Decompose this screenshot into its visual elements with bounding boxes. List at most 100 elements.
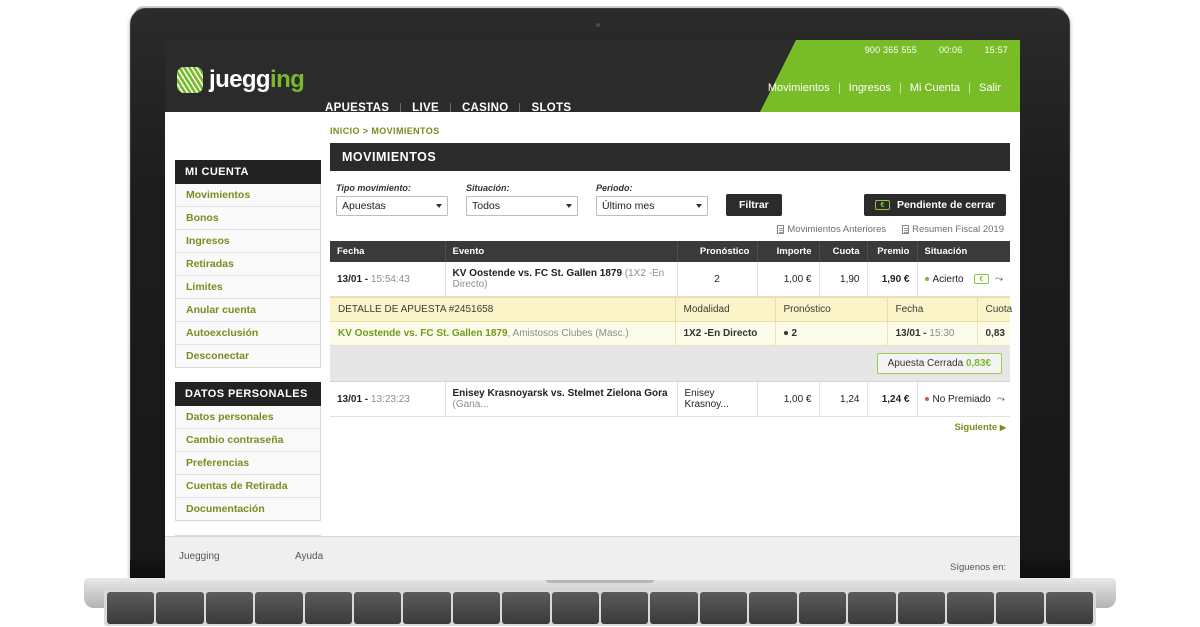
filter-bar: Tipo movimiento: Apuestas Situación: Tod… — [330, 171, 1010, 216]
page-body: MI CUENTA Movimientos Bonos Ingresos Ret… — [165, 112, 1020, 580]
pagination-next[interactable]: Siguiente ▶ — [330, 417, 1010, 433]
cell-detail-cuota: 0,83 — [977, 321, 1010, 346]
fecha-time: 15:54:43 — [370, 273, 410, 285]
resumen-fiscal-link[interactable]: Resumen Fiscal 2019 — [902, 224, 1004, 235]
logo-text-green: ing — [270, 66, 305, 93]
apuesta-cerrada-badge[interactable]: Apuesta Cerrada 0,83€ — [876, 353, 1002, 374]
detail-fecha-time: 15:30 — [929, 328, 955, 339]
th-importe: Importe — [757, 241, 820, 262]
site-logo[interactable]: juegging — [177, 66, 305, 94]
account-nav: Movimientos Ingresos Mi Cuenta Salir — [759, 82, 1010, 94]
sidebar-heading-datos-personales: DATOS PERSONALES — [175, 382, 321, 406]
account-nav-mi-cuenta[interactable]: Mi Cuenta — [901, 82, 969, 94]
cell-cuota: 1,90 — [819, 262, 868, 297]
cell-fecha: 13/01 - 15:54:43 — [330, 262, 446, 297]
document-icon — [902, 225, 910, 234]
sidebar-item-bonos[interactable]: Bonos — [176, 207, 320, 230]
sidebar-item-limites[interactable]: Limites — [176, 276, 320, 299]
header-info-strip: 900 365 555 00:06 15:57 — [865, 45, 1008, 55]
status-dot-icon — [924, 276, 929, 281]
th-cuota: Cuota — [819, 241, 868, 262]
sidebar-item-anular-cuenta[interactable]: Anular cuenta — [176, 299, 320, 322]
select-value: Último mes — [602, 200, 655, 212]
site-header: 900 365 555 00:06 15:57 Movimientos Ingr… — [165, 40, 1020, 130]
cell-importe: 1,00 € — [757, 262, 820, 297]
detail-event-name[interactable]: KV Oostende vs. FC St. Gallen 1879 — [338, 328, 508, 339]
detail-title: DETALLE DE APUESTA #2451658 — [330, 297, 676, 322]
sidebar-item-retiradas[interactable]: Retiradas — [176, 253, 320, 276]
cell-detail-modalidad: 1X2 -En Directo — [675, 321, 776, 346]
footer-help-link[interactable]: Ayuda — [295, 551, 323, 562]
breadcrumb[interactable]: INICIO > MOVIMIENTOS — [330, 120, 1010, 143]
cell-importe: 1,00 € — [757, 382, 820, 417]
fecha-date: 13/01 - — [337, 273, 371, 285]
status-badge: Acierto — [924, 274, 969, 285]
account-nav-salir[interactable]: Salir — [970, 82, 1010, 94]
site-footer: Juegging Ayuda Síguenos en: — [165, 536, 1020, 580]
pendiente-de-cerrar-button[interactable]: € Pendiente de cerrar — [863, 194, 1006, 216]
sidebar-item-desconectar[interactable]: Desconectar — [176, 345, 320, 367]
table-row[interactable]: 13/01 - 15:54:43 KV Oostende vs. FC St. … — [330, 262, 1010, 297]
filter-tipo-movimiento: Tipo movimiento: Apuestas — [336, 183, 448, 216]
situacion-select[interactable]: Todos — [466, 196, 578, 216]
filter-periodo: Periodo: Último mes — [596, 183, 708, 216]
detail-header-row: DETALLE DE APUESTA #2451658 Modalidad Pr… — [330, 297, 1012, 322]
sidebar-item-cuentas-de-retirada[interactable]: Cuentas de Retirada — [176, 475, 320, 498]
movimientos-table-continued: 13/01 - 13:23:23 Enisey Krasnoyarsk vs. … — [330, 382, 1010, 417]
chevron-down-icon — [436, 204, 442, 208]
sidebar-list-mi-cuenta: Movimientos Bonos Ingresos Retiradas Lim… — [175, 184, 321, 368]
filtrar-button[interactable]: Filtrar — [726, 194, 782, 216]
cashout-icon[interactable]: € — [974, 274, 989, 284]
th-evento: Evento — [445, 241, 678, 262]
cell-premio: 1,90 € — [867, 262, 918, 297]
th-situacion: Situación — [917, 241, 1010, 262]
chevron-down-icon — [696, 204, 702, 208]
sidebar-heading-mi-cuenta: MI CUENTA — [175, 160, 321, 184]
cell-cuota: 1,24 — [819, 382, 868, 417]
sidebar-section-datos-personales: DATOS PERSONALES Datos personales Cambio… — [175, 382, 321, 521]
pendiente-label: Pendiente de cerrar — [896, 199, 995, 211]
cell-detail-pronostico: 2 — [775, 321, 888, 346]
sidebar-item-autoexclusion[interactable]: Autoexclusión — [176, 322, 320, 345]
evento-main: Enisey Krasnoyarsk vs. Stelmet Zielona G… — [452, 388, 668, 399]
account-nav-ingresos[interactable]: Ingresos — [840, 82, 900, 94]
th-premio: Premio — [867, 241, 918, 262]
footer-follow-label: Síguenos en: — [950, 562, 1006, 573]
periodo-select[interactable]: Último mes — [596, 196, 708, 216]
th-fecha: Fecha — [330, 241, 446, 262]
filter-label: Tipo movimiento: — [336, 183, 411, 193]
select-value: Apuestas — [342, 200, 386, 212]
account-nav-movimientos[interactable]: Movimientos — [759, 82, 839, 94]
cell-evento: KV Oostende vs. FC St. Gallen 1879 (1X2 … — [445, 262, 678, 297]
th-pronostico: Pronóstico — [677, 241, 758, 262]
th-pronostico: Pronóstico — [775, 297, 888, 322]
filter-label: Situación: — [466, 183, 510, 193]
sidebar-item-movimientos[interactable]: Movimientos — [176, 184, 320, 207]
support-phone: 900 365 555 — [864, 45, 917, 55]
tipo-movimiento-select[interactable]: Apuestas — [336, 196, 448, 216]
clock: 15:57 — [984, 45, 1008, 55]
status-label: No Premiado — [932, 393, 991, 405]
sidebar-item-cambio-contrasena[interactable]: Cambio contraseña — [176, 429, 320, 452]
table-row[interactable]: 13/01 - 13:23:23 Enisey Krasnoyarsk vs. … — [330, 382, 1010, 417]
filter-label: Periodo: — [596, 183, 633, 193]
sidebar-item-ingresos[interactable]: Ingresos — [176, 230, 320, 253]
status-dot-icon — [924, 396, 929, 401]
th-fecha: Fecha — [887, 297, 978, 322]
movimientos-anteriores-link[interactable]: Movimientos Anteriores — [777, 224, 886, 235]
cell-situacion: Acierto € ⤳ — [917, 262, 1010, 297]
next-label: Siguiente — [954, 422, 998, 433]
share-icon[interactable]: ⤳ — [995, 274, 1003, 285]
footer-brand[interactable]: Juegging — [179, 551, 220, 562]
page-title: MOVIMIENTOS — [330, 143, 1010, 171]
main-content: INICIO > MOVIMIENTOS MOVIMIENTOS Tipo mo… — [330, 120, 1012, 433]
share-icon[interactable]: ⤳ — [997, 394, 1005, 405]
sidebar-item-preferencias[interactable]: Preferencias — [176, 452, 320, 475]
sidebar-item-datos-personales[interactable]: Datos personales — [176, 406, 320, 429]
sidebar-item-documentacion[interactable]: Documentación — [176, 498, 320, 520]
movimientos-table: Fecha Evento Pronóstico Importe Cuota Pr… — [330, 241, 1010, 297]
logo-wordmark: juegging — [209, 66, 305, 94]
detail-pronostico-value: 2 — [791, 328, 798, 339]
link-label: Resumen Fiscal 2019 — [912, 224, 1004, 235]
select-value: Todos — [472, 200, 501, 212]
